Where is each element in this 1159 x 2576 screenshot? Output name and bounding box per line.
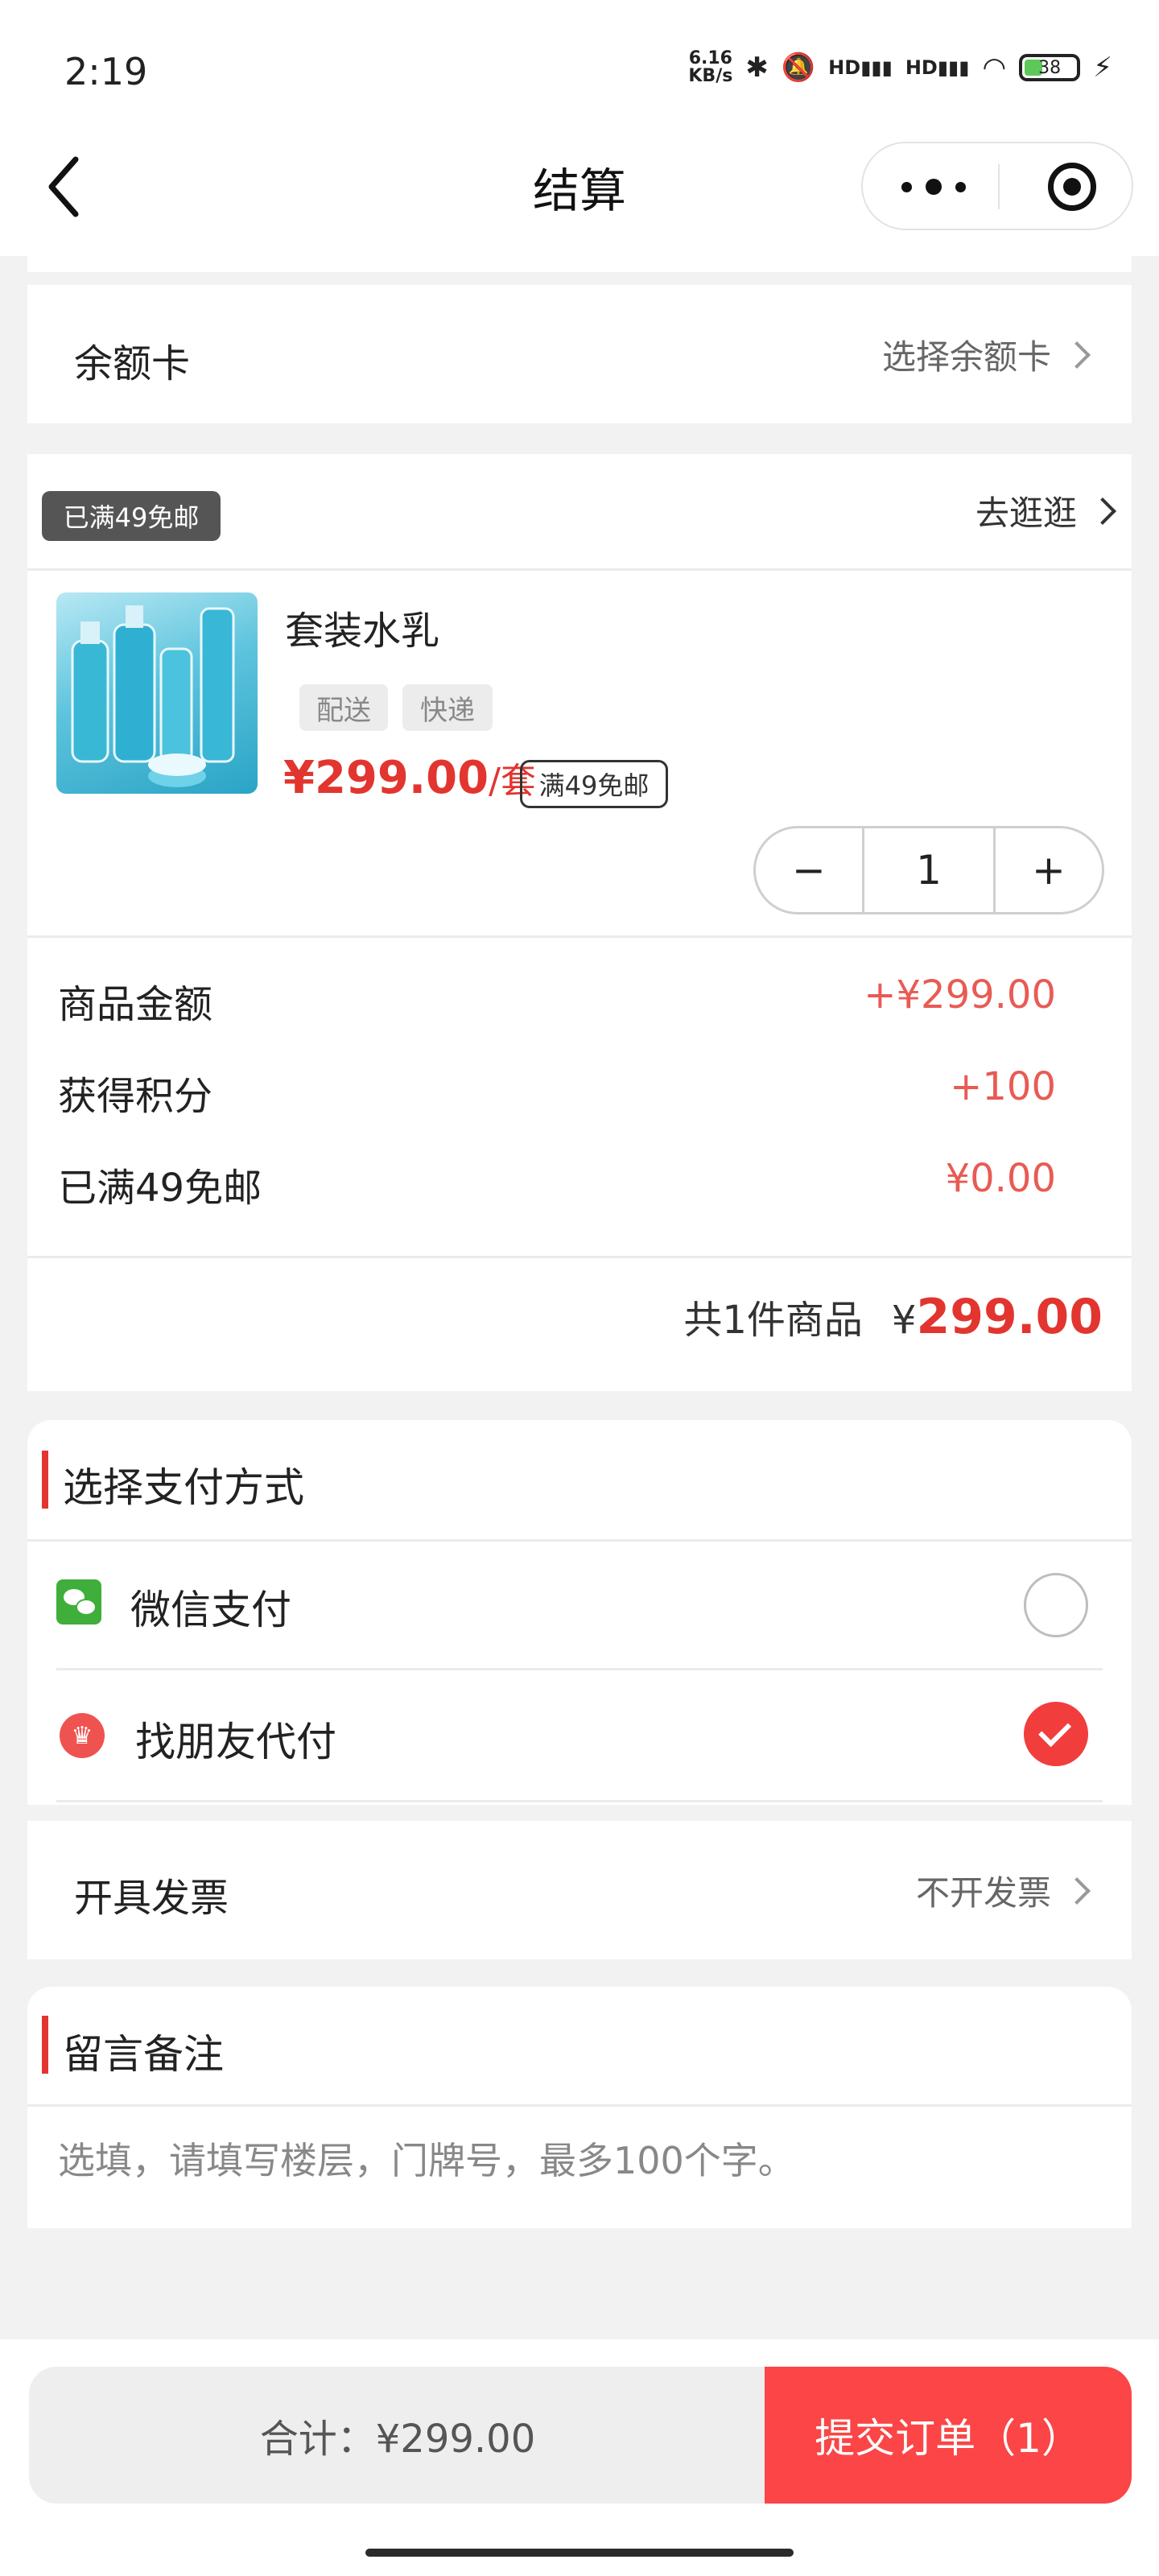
- note-input[interactable]: 选填，请填写楼层，门牌号，最多100个字。: [58, 2132, 795, 2185]
- speed-unit: KB/s: [688, 66, 733, 86]
- summary-value-points: +100: [950, 1064, 1056, 1109]
- summary-value-shipping: ¥0.00: [945, 1156, 1056, 1201]
- invoice-value: 不开发票: [915, 1873, 1051, 1913]
- product-name[interactable]: 套装水乳: [285, 599, 439, 655]
- divider: [56, 1800, 1103, 1802]
- capsule-divider: [998, 164, 1000, 209]
- free-shipping-badge: 满49免邮: [520, 760, 668, 808]
- section-accent-bar: [42, 2016, 48, 2074]
- summary-label-shipping: 已满49免邮: [58, 1166, 262, 1211]
- home-indicator[interactable]: [365, 2549, 794, 2557]
- balance-card-label: 余额卡: [74, 341, 191, 386]
- quantity-stepper: − 1 +: [753, 826, 1104, 914]
- wechat-radio[interactable]: [1024, 1573, 1088, 1637]
- previous-card-edge: [27, 256, 1132, 272]
- more-dots-icon[interactable]: [901, 167, 966, 206]
- crown-icon: ♛: [60, 1713, 105, 1758]
- total-amount: 299.00: [916, 1289, 1103, 1345]
- select-balance-card-text: 选择余额卡: [881, 337, 1051, 377]
- divider: [56, 1668, 1103, 1670]
- bluetooth-icon: ✱: [745, 52, 769, 84]
- divider: [27, 935, 1132, 938]
- network-speed: 6.16 KB/s: [688, 50, 732, 85]
- increase-button[interactable]: +: [996, 828, 1102, 912]
- go-shopping-text: 去逛逛: [975, 493, 1077, 533]
- chevron-right-icon: [1089, 497, 1116, 525]
- status-icons: 6.16 KB/s ✱ 🔕 HD▮▮▮ HD▮▮▮ ◠ 38 ⚡: [688, 50, 1112, 85]
- summary-label-goods: 商品金额: [58, 982, 213, 1027]
- price-value: ¥299.00: [283, 752, 489, 804]
- invoice-select[interactable]: 不开发票: [915, 1866, 1091, 1915]
- submit-order-button[interactable]: 提交订单（1）: [765, 2367, 1132, 2504]
- divider: [27, 568, 1132, 571]
- status-time: 2:19: [64, 50, 148, 93]
- mini-program-capsule: [861, 142, 1133, 230]
- friend-pay-radio-checked[interactable]: [1024, 1702, 1088, 1766]
- note-title: 留言备注: [63, 2031, 224, 2078]
- summary-label-points: 获得积分: [58, 1074, 213, 1119]
- go-shopping-link[interactable]: 去逛逛: [975, 486, 1116, 535]
- express-chip: 快递: [402, 684, 493, 731]
- charging-icon: ⚡: [1093, 52, 1112, 84]
- speed-value: 6.16: [688, 48, 732, 68]
- divider: [27, 2104, 1132, 2107]
- decrease-button[interactable]: −: [756, 828, 862, 912]
- order-total: 共1件商品 ¥ 299.00: [683, 1288, 1103, 1345]
- select-balance-card[interactable]: 选择余额卡: [881, 330, 1091, 379]
- chevron-right-icon: [1063, 1876, 1091, 1905]
- signal-icon: HD▮▮▮: [828, 56, 893, 79]
- total-currency: ¥: [891, 1298, 917, 1343]
- footer-total: 合计：¥299.00: [29, 2367, 766, 2504]
- chevron-right-icon: [1063, 341, 1091, 369]
- payment-title: 选择支付方式: [63, 1464, 304, 1511]
- product-price: ¥299.00/套: [283, 752, 536, 804]
- payment-option-friend[interactable]: 找朋友代付: [135, 1710, 336, 1768]
- signal-icon-2: HD▮▮▮: [905, 56, 970, 79]
- divider: [27, 1256, 1132, 1258]
- divider: [27, 1539, 1132, 1542]
- free-shipping-tag: 已满49免邮: [42, 491, 221, 541]
- quantity-value[interactable]: 1: [862, 828, 996, 912]
- wechat-icon: [56, 1579, 101, 1624]
- balance-card-row[interactable]: 余额卡 选择余额卡: [27, 285, 1132, 423]
- wifi-icon: ◠: [982, 52, 1007, 84]
- battery-level: 38: [1038, 57, 1062, 78]
- product-image[interactable]: [56, 592, 258, 794]
- product-bottles-illustration: [71, 605, 235, 787]
- target-circle-icon[interactable]: [1048, 163, 1096, 211]
- section-accent-bar: [42, 1451, 48, 1509]
- delivery-chip: 配送: [299, 684, 388, 731]
- summary-value-goods: +¥299.00: [864, 972, 1056, 1018]
- invoice-label: 开具发票: [74, 1876, 229, 1921]
- battery-icon: 38: [1019, 54, 1081, 81]
- payment-option-wechat[interactable]: 微信支付: [130, 1578, 291, 1636]
- item-count: 共1件商品: [683, 1298, 863, 1343]
- invoice-row[interactable]: 开具发票 不开发票: [27, 1821, 1132, 1959]
- mute-bell-icon: 🔕: [781, 52, 816, 84]
